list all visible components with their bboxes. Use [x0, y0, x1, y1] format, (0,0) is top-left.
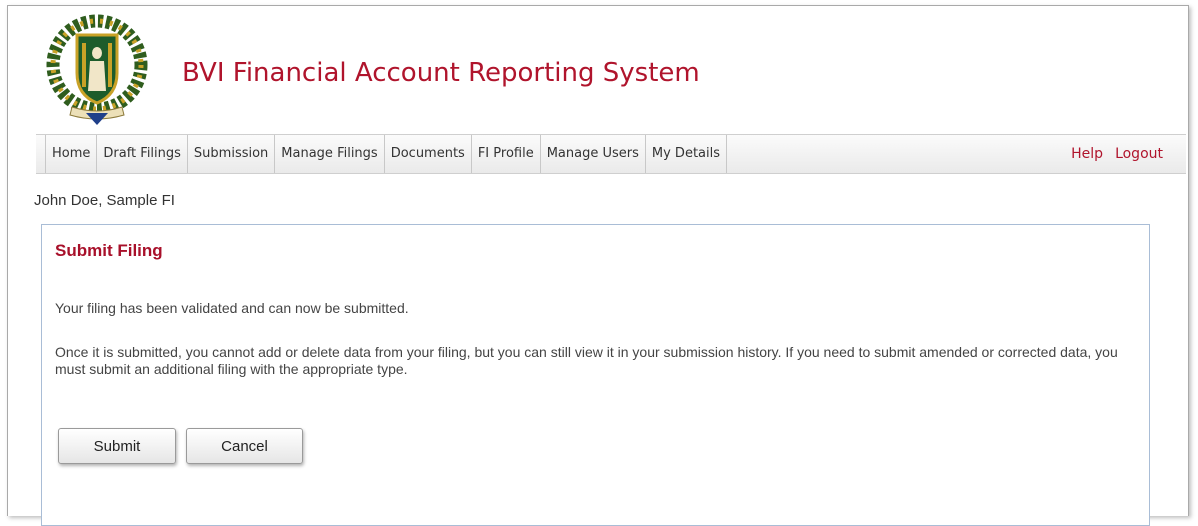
- site-header: BVI Financial Account Reporting System: [8, 6, 1188, 134]
- submit-filing-panel: Submit Filing Your filing has been valid…: [41, 224, 1150, 526]
- nav-item-manage-users[interactable]: Manage Users: [541, 135, 646, 173]
- validation-message: Your filing has been validated and can n…: [55, 300, 409, 316]
- nav-item-home[interactable]: Home: [45, 135, 98, 173]
- nav-item-fi-profile[interactable]: FI Profile: [472, 135, 541, 173]
- nav-item-submission[interactable]: Submission: [188, 135, 276, 173]
- nav-utility-links: Help Logout: [1071, 135, 1163, 173]
- nav-item-documents[interactable]: Documents: [385, 135, 472, 173]
- cancel-button[interactable]: Cancel: [186, 428, 303, 464]
- app-window: BVI Financial Account Reporting System H…: [7, 5, 1189, 526]
- user-identity: John Doe, Sample FI: [34, 192, 175, 209]
- submission-info-message: Once it is submitted, you cannot add or …: [55, 344, 1118, 377]
- panel-title: Submit Filing: [55, 241, 163, 260]
- logout-link[interactable]: Logout: [1115, 135, 1163, 173]
- nav-item-my-details[interactable]: My Details: [646, 135, 728, 173]
- main-navigation: Home Draft Filings Submission Manage Fil…: [36, 134, 1186, 174]
- nav-item-draft-filings[interactable]: Draft Filings: [97, 135, 188, 173]
- nav-menu: Home Draft Filings Submission Manage Fil…: [45, 135, 728, 173]
- nav-item-manage-filings[interactable]: Manage Filings: [275, 135, 385, 173]
- app-title: BVI Financial Account Reporting System: [182, 58, 700, 88]
- submit-button[interactable]: Submit: [58, 428, 176, 464]
- help-link[interactable]: Help: [1071, 135, 1103, 173]
- bvi-coat-of-arms-icon: [46, 14, 148, 125]
